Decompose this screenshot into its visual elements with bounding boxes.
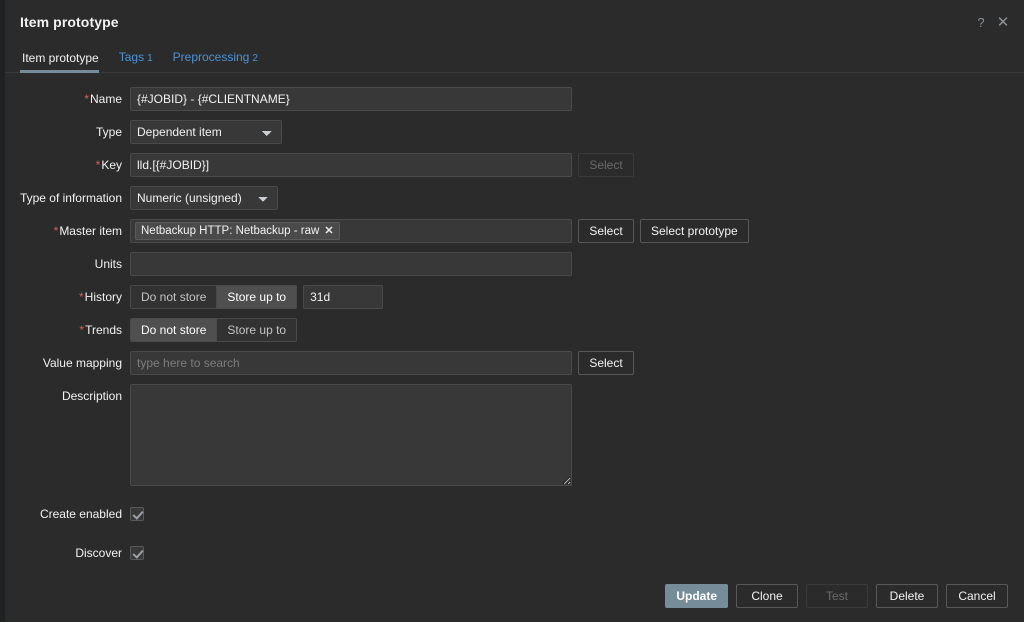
label-text: Discover: [75, 546, 122, 560]
label-text: Name: [89, 92, 122, 106]
field-type: Dependent item: [130, 120, 282, 144]
label-units: Units: [5, 252, 130, 271]
master-item-select-prototype-button[interactable]: Select prototype: [640, 219, 749, 243]
master-item-multiselect[interactable]: Netbackup HTTP: Netbackup - raw ✕: [130, 219, 572, 243]
clone-button[interactable]: Clone: [736, 584, 798, 608]
label-key: *Key: [5, 153, 130, 172]
label-text: Value mapping: [42, 356, 122, 370]
remove-icon[interactable]: ✕: [324, 225, 333, 237]
field-value-mapping: Select: [130, 351, 634, 375]
update-button[interactable]: Update: [665, 584, 728, 608]
label-text: Type: [95, 125, 122, 139]
discover-checkbox[interactable]: [130, 546, 144, 560]
row-units: Units: [5, 252, 1024, 276]
chip-label: Netbackup HTTP: Netbackup - raw: [141, 225, 320, 237]
page-title: Item prototype: [20, 14, 119, 30]
label-text: Key: [101, 158, 122, 172]
label-text: Units: [94, 257, 122, 271]
field-name: [130, 87, 572, 111]
tab-tags[interactable]: Tags 1: [109, 51, 163, 72]
row-type: Type Dependent item: [5, 120, 1024, 144]
label-text: Description: [61, 389, 122, 403]
history-duration-input[interactable]: [303, 285, 384, 309]
history-do-not-store-button[interactable]: Do not store: [131, 286, 218, 308]
tab-preprocessing[interactable]: Preprocessing 2: [163, 51, 268, 72]
tab-badge: 1: [147, 53, 153, 64]
history-mode-toggle: Do not store Store up to: [130, 285, 298, 309]
row-type-of-information: Type of information Numeric (unsigned): [5, 186, 1024, 210]
label-master-item: *Master item: [5, 219, 130, 238]
required-marker: *: [79, 323, 85, 337]
label-text: Type of information: [19, 191, 122, 205]
field-units: [130, 252, 572, 276]
row-value-mapping: Value mapping Select: [5, 351, 1024, 375]
label-trends: *Trends: [5, 318, 130, 337]
field-key: Select: [130, 153, 634, 177]
field-discover: [130, 541, 144, 560]
required-marker: *: [53, 224, 59, 238]
label-description: Description: [5, 384, 130, 403]
field-history: Do not store Store up to: [130, 285, 384, 309]
label-text: Trends: [85, 323, 122, 337]
row-master-item: *Master item Netbackup HTTP: Netbackup -…: [5, 219, 1024, 243]
required-marker: *: [95, 158, 101, 172]
tab-badge: 2: [252, 53, 258, 64]
history-store-up-to-button[interactable]: Store up to: [217, 286, 297, 308]
label-type-of-information: Type of information: [5, 186, 130, 205]
label-text: Create enabled: [39, 507, 122, 521]
master-item-chip[interactable]: Netbackup HTTP: Netbackup - raw ✕: [135, 222, 340, 240]
tab-label: Tags: [118, 50, 145, 64]
row-create-enabled: Create enabled: [5, 502, 1024, 526]
value-mapping-select-button[interactable]: Select: [578, 351, 634, 375]
key-select-button: Select: [578, 153, 634, 177]
row-trends: *Trends Do not store Store up to: [5, 318, 1024, 342]
label-history: *History: [5, 285, 130, 304]
label-create-enabled: Create enabled: [5, 502, 130, 521]
dialog-footer: Update Clone Test Delete Cancel: [5, 570, 1024, 622]
field-master-item: Netbackup HTTP: Netbackup - raw ✕ Select…: [130, 219, 749, 243]
item-prototype-form: *Name Type Dependent item *Key Select: [5, 73, 1024, 570]
close-icon[interactable]: ✕: [992, 11, 1014, 33]
row-discover: Discover: [5, 541, 1024, 565]
trends-store-up-to-button[interactable]: Store up to: [217, 319, 297, 341]
row-key: *Key Select: [5, 153, 1024, 177]
label-discover: Discover: [5, 541, 130, 560]
tab-label: Item prototype: [22, 51, 99, 65]
delete-button[interactable]: Delete: [876, 584, 938, 608]
required-marker: *: [78, 290, 84, 304]
field-description: [130, 384, 572, 486]
question-mark-icon[interactable]: ?: [970, 11, 992, 33]
trends-mode-toggle: Do not store Store up to: [130, 318, 298, 342]
row-name: *Name: [5, 87, 1024, 111]
row-history: *History Do not store Store up to: [5, 285, 1024, 309]
field-create-enabled: [130, 502, 144, 521]
key-input[interactable]: [130, 153, 572, 177]
value-mapping-input[interactable]: [130, 351, 572, 375]
dialog-titlebar: Item prototype ? ✕: [5, 0, 1024, 44]
master-item-select-button[interactable]: Select: [578, 219, 634, 243]
label-type: Type: [5, 120, 130, 139]
field-trends: Do not store Store up to: [130, 318, 298, 342]
name-input[interactable]: [130, 87, 572, 111]
cancel-button[interactable]: Cancel: [946, 584, 1008, 608]
tab-item-prototype[interactable]: Item prototype: [20, 51, 109, 73]
label-name: *Name: [5, 87, 130, 106]
dialog-tabs: Item prototype Tags 1 Preprocessing 2: [5, 44, 1024, 73]
create-enabled-checkbox[interactable]: [130, 507, 144, 521]
test-button: Test: [806, 584, 868, 608]
trends-do-not-store-button[interactable]: Do not store: [131, 319, 218, 341]
type-of-information-select[interactable]: Numeric (unsigned): [130, 186, 278, 210]
row-description: Description: [5, 384, 1024, 486]
label-text: History: [84, 290, 122, 304]
required-marker: *: [84, 92, 89, 106]
item-prototype-dialog: Item prototype ? ✕ Item prototype Tags 1 …: [5, 0, 1024, 622]
description-textarea[interactable]: [130, 384, 572, 486]
label-text: Master item: [59, 224, 122, 238]
tab-label: Preprocessing: [172, 50, 250, 64]
field-type-of-information: Numeric (unsigned): [130, 186, 278, 210]
units-input[interactable]: [130, 252, 572, 276]
label-value-mapping: Value mapping: [5, 351, 130, 370]
type-select[interactable]: Dependent item: [130, 120, 282, 144]
